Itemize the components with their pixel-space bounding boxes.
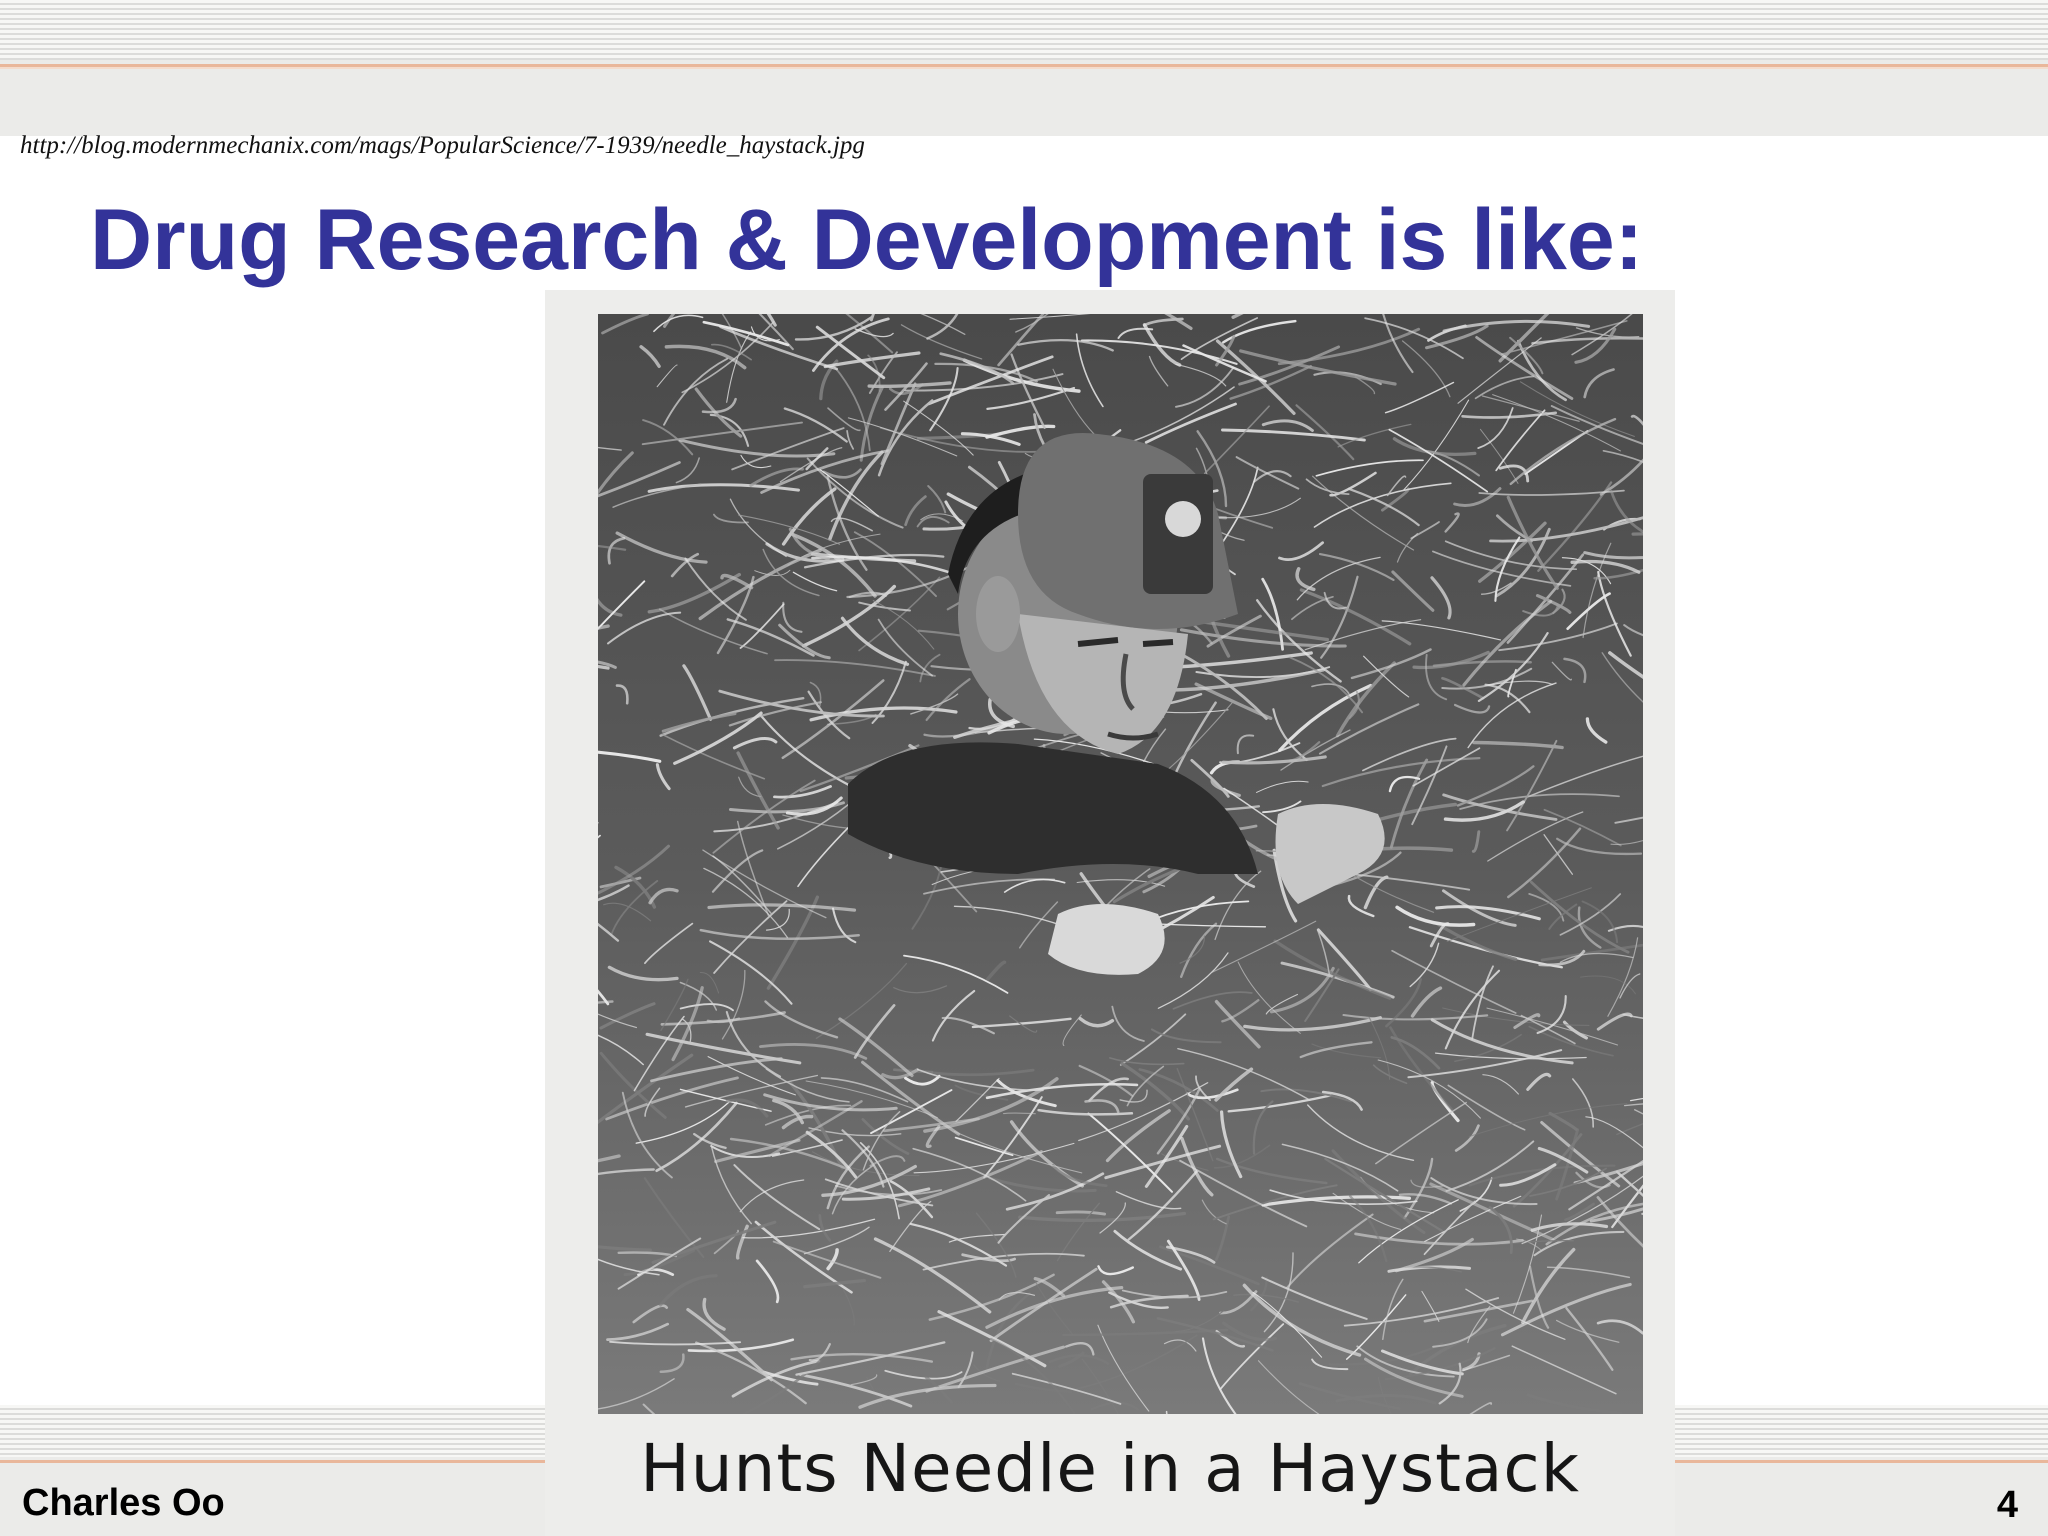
haystack-photo — [598, 314, 1643, 1414]
top-decorative-band — [0, 0, 2048, 136]
photo-caption: Hunts Needle in a Haystack — [640, 1430, 1580, 1507]
haystack-photo-frame: Hunts Needle in a Haystack — [545, 290, 1675, 1536]
top-stripes — [0, 0, 2048, 60]
slide-number: 4 — [1996, 1484, 2018, 1526]
footer-author: Charles Oo — [22, 1482, 225, 1524]
slide-title: Drug Research & Development is like: — [90, 192, 1644, 288]
top-accent-shadow — [0, 67, 2048, 69]
source-url: http://blog.modernmechanix.com/mags/Popu… — [20, 132, 865, 159]
